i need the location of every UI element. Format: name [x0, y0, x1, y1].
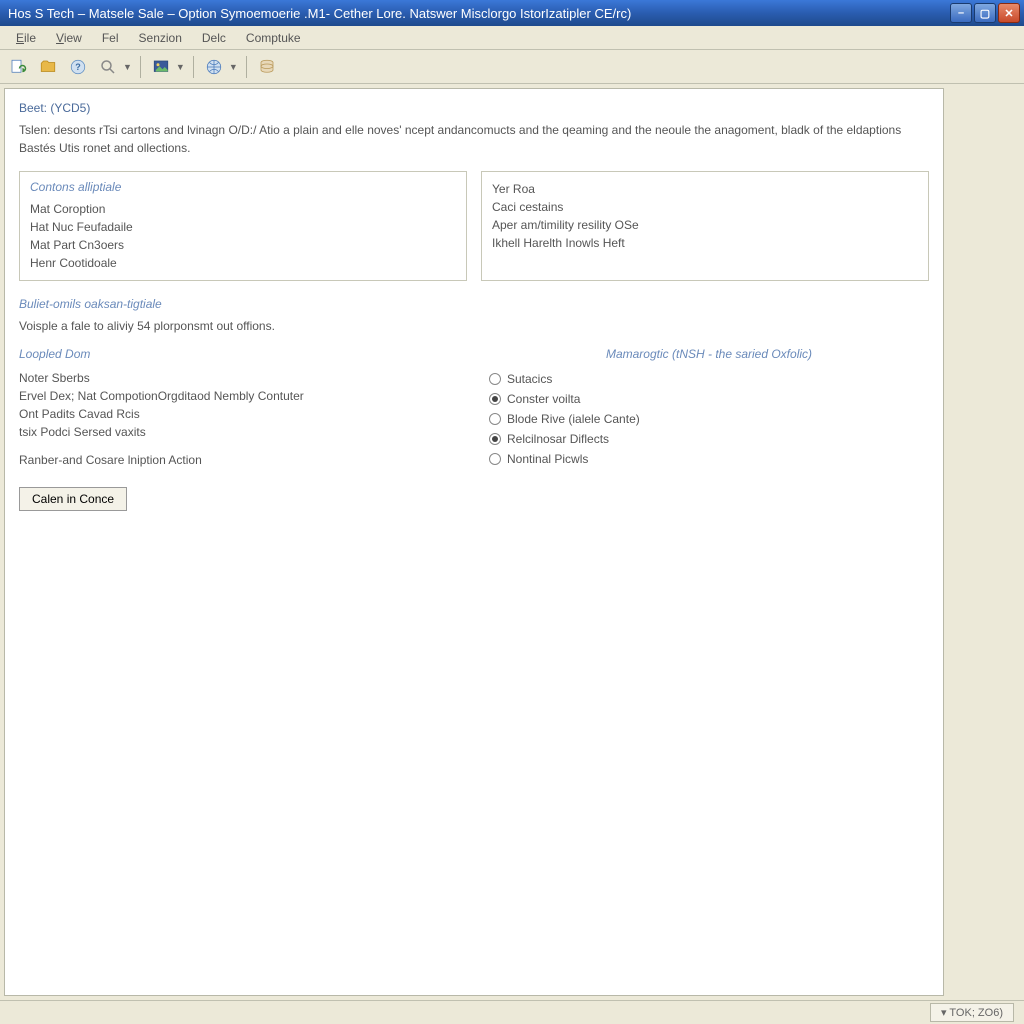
close-button[interactable]: ✕ — [998, 3, 1020, 23]
window-titlebar: Hos S Tech – Matsele Sale – Option Symoe… — [0, 0, 1024, 26]
minimize-button[interactable]: – — [950, 3, 972, 23]
toolbar-dropdown-3-icon[interactable]: ▼ — [229, 62, 238, 72]
list-item[interactable]: Ont Padits Cavad Rcis — [19, 405, 459, 423]
list-item[interactable]: tsix Podci Sersed vaxits — [19, 423, 459, 441]
toolbar: ? ▼ ▼ ▼ — [0, 50, 1024, 84]
radio-option[interactable]: Sutacics — [489, 369, 929, 389]
right-box: Yer Roa Caci cestains Aper am/timility r… — [481, 171, 929, 281]
workspace: Beet: (YCD5) Tslen: desonts rTsi cartons… — [0, 84, 1024, 1000]
left-box-item[interactable]: Mat Coroption — [30, 200, 456, 218]
two-column-boxes: Contons alliptiale Mat Coroption Hat Nuc… — [19, 171, 929, 281]
left-box-item[interactable]: Henr Cootidoale — [30, 254, 456, 272]
menu-delc[interactable]: Delc — [192, 28, 236, 48]
list-item[interactable]: Noter Sberbs — [19, 369, 459, 387]
toolbar-globe-icon[interactable] — [202, 55, 226, 79]
right-box-item[interactable]: Yer Roa — [492, 180, 918, 198]
lower-columns: Loopled Dom Noter Sberbs Ervel Dex; Nat … — [19, 347, 929, 469]
toolbar-separator-3 — [246, 56, 247, 78]
right-box-item[interactable]: Caci cestains — [492, 198, 918, 216]
toolbar-help-icon[interactable]: ? — [66, 55, 90, 79]
toolbar-db-icon[interactable] — [255, 55, 279, 79]
left-box-item[interactable]: Mat Part Cn3oers — [30, 236, 456, 254]
radio-icon — [489, 433, 501, 445]
toolbar-dropdown-1-icon[interactable]: ▼ — [123, 62, 132, 72]
right-column: Mamarogtic (tNSH - the saried Oxfolic) S… — [489, 347, 929, 469]
radio-option[interactable]: Nontinal Picwls — [489, 449, 929, 469]
maximize-button[interactable]: ▢ — [974, 3, 996, 23]
window-controls: – ▢ ✕ — [950, 3, 1020, 23]
section-header: Beet: (YCD5) — [19, 101, 929, 115]
left-box: Contons alliptiale Mat Coroption Hat Nuc… — [19, 171, 467, 281]
toolbar-doc-refresh-icon[interactable] — [6, 55, 30, 79]
menu-senzion[interactable]: Senzion — [129, 28, 192, 48]
main-panel: Beet: (YCD5) Tslen: desonts rTsi cartons… — [4, 88, 944, 996]
radio-icon — [489, 453, 501, 465]
menu-comptuke[interactable]: Comptuke — [236, 28, 311, 48]
list-item[interactable]: Ranber-and Cosare lniption Action — [19, 451, 459, 469]
right-col-title: Mamarogtic (tNSH - the saried Oxfolic) — [489, 347, 929, 361]
status-cell[interactable]: ▾ TOK; ZO6) — [930, 1003, 1014, 1022]
radio-icon — [489, 393, 501, 405]
side-panel — [948, 84, 1018, 1000]
radio-option[interactable]: Relcilnosar Diflects — [489, 429, 929, 449]
toolbar-search-icon[interactable] — [96, 55, 120, 79]
toolbar-folder-icon[interactable] — [36, 55, 60, 79]
left-box-item[interactable]: Hat Nuc Feufadaile — [30, 218, 456, 236]
action-row: Calen in Conce — [19, 487, 929, 511]
left-box-title: Contons alliptiale — [30, 180, 456, 194]
right-box-item[interactable]: Aper am/timility resility OSe — [492, 216, 918, 234]
radio-icon — [489, 373, 501, 385]
window-title: Hos S Tech – Matsele Sale – Option Symoe… — [4, 6, 950, 21]
svg-text:?: ? — [75, 62, 81, 72]
description-text: Tslen: desonts rTsi cartons and lvinagn … — [19, 121, 929, 157]
menu-fel[interactable]: Fel — [92, 28, 129, 48]
toolbar-dropdown-2-icon[interactable]: ▼ — [176, 62, 185, 72]
radio-option[interactable]: Blode Rive (ialele Cante) — [489, 409, 929, 429]
menubar: Eile View Fel Senzion Delc Comptuke — [0, 26, 1024, 50]
toolbar-separator-2 — [193, 56, 194, 78]
subsection-desc: Voisple a fale to aliviy 54 plorponsmt o… — [19, 319, 929, 333]
left-column: Loopled Dom Noter Sberbs Ervel Dex; Nat … — [19, 347, 459, 469]
list-item[interactable]: Ervel Dex; Nat CompotionOrgditaod Nembly… — [19, 387, 459, 405]
right-box-item[interactable]: Ikhell Harelth Inowls Heft — [492, 234, 918, 252]
radio-option[interactable]: Conster voilta — [489, 389, 929, 409]
menu-view[interactable]: View — [46, 28, 92, 48]
toolbar-image-icon[interactable] — [149, 55, 173, 79]
statusbar: ▾ TOK; ZO6) — [0, 1000, 1024, 1024]
left-col-title: Loopled Dom — [19, 347, 459, 361]
menu-eile[interactable]: Eile — [6, 28, 46, 48]
subsection-title: Buliet-omils oaksan-tigtiale — [19, 297, 929, 311]
toolbar-separator — [140, 56, 141, 78]
radio-icon — [489, 413, 501, 425]
calen-button[interactable]: Calen in Conce — [19, 487, 127, 511]
